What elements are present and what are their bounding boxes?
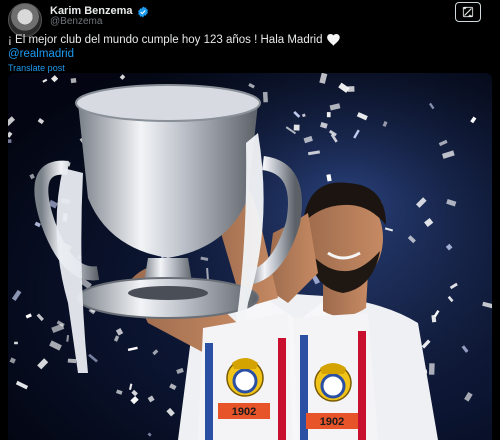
confetti-piece (326, 112, 331, 118)
scarf-year-left: 1902 (232, 406, 256, 418)
white-heart-icon (326, 34, 341, 46)
post-image-illustration: 1902 1902 (8, 73, 492, 440)
scarf-year-right: 1902 (320, 416, 344, 428)
confetti-piece (431, 314, 437, 323)
post-image[interactable]: 1902 1902 (8, 73, 492, 440)
author-handle[interactable]: @Benzema (50, 16, 102, 27)
confetti-piece (14, 341, 18, 345)
grok-button[interactable] (455, 2, 481, 22)
post-header: Karim Benzema @Benzema (0, 0, 500, 37)
confetti-piece (70, 78, 77, 84)
mention-link[interactable]: @realmadrid (8, 48, 74, 60)
post-text: ¡ El mejor club del mundo cumple hoy 123… (8, 34, 341, 46)
post-body: ¡ El mejor club del mundo cumple hoy 123… (8, 34, 323, 46)
confetti-piece (293, 124, 300, 131)
real-madrid-crest-icon (226, 358, 264, 397)
real-madrid-crest-icon (314, 363, 352, 402)
grok-icon (462, 6, 474, 18)
confetti-piece (8, 139, 12, 144)
confetti-piece (67, 358, 77, 364)
avatar[interactable] (8, 3, 42, 37)
confetti-piece (262, 91, 268, 103)
translate-post-link[interactable]: Translate post (8, 63, 65, 73)
scarf: 1902 1902 (198, 313, 378, 440)
verified-badge-icon (137, 5, 149, 18)
confetti-piece (428, 363, 435, 375)
